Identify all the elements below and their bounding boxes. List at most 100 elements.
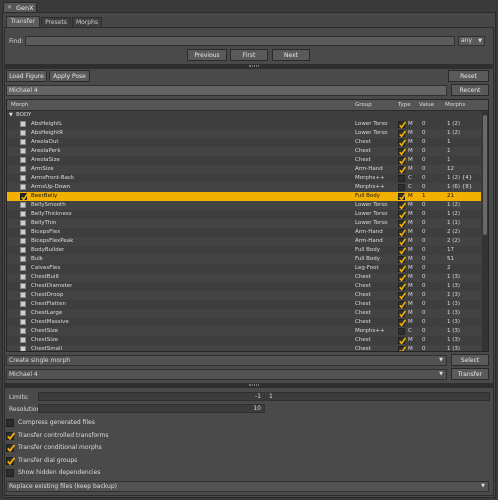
table-row[interactable]: ChestFlatten Chest M 0 1 (3) bbox=[7, 300, 481, 309]
previous-button[interactable]: Previous bbox=[187, 49, 227, 61]
row-checkbox[interactable] bbox=[20, 121, 26, 127]
type-checkbox[interactable] bbox=[398, 319, 406, 327]
type-checkbox[interactable] bbox=[398, 220, 406, 228]
row-checkbox[interactable] bbox=[20, 130, 26, 136]
type-checkbox[interactable] bbox=[398, 139, 406, 147]
row-checkbox[interactable] bbox=[20, 157, 26, 163]
row-checkbox[interactable] bbox=[20, 274, 26, 280]
limits-max-field[interactable]: 1 bbox=[266, 392, 490, 401]
table-row[interactable]: ChestLarge Chest M 0 1 (3) bbox=[7, 309, 481, 318]
type-checkbox[interactable] bbox=[398, 346, 406, 351]
row-checkbox[interactable] bbox=[20, 175, 26, 181]
row-checkbox[interactable] bbox=[20, 211, 26, 217]
type-checkbox[interactable] bbox=[398, 310, 406, 318]
table-row[interactable]: ArmsUp-Down Morphs++ C 0 1 (6) {8} bbox=[7, 183, 481, 192]
header-group[interactable]: Group bbox=[355, 100, 372, 110]
row-checkbox[interactable] bbox=[20, 202, 26, 208]
type-checkbox[interactable] bbox=[398, 229, 406, 237]
splitter-top[interactable] bbox=[5, 64, 493, 69]
option-checkbox[interactable] bbox=[6, 444, 15, 452]
row-checkbox[interactable] bbox=[20, 346, 26, 351]
option-checkbox[interactable] bbox=[6, 469, 14, 477]
table-row[interactable]: Bulk Full Body M 0 51 bbox=[7, 255, 481, 264]
header-morphs[interactable]: Morphs bbox=[445, 100, 465, 110]
type-checkbox[interactable] bbox=[398, 292, 406, 300]
type-checkbox[interactable] bbox=[398, 157, 406, 165]
table-row[interactable]: AreolaPerk Chest M 0 1 bbox=[7, 147, 481, 156]
type-checkbox[interactable] bbox=[398, 337, 406, 345]
row-checkbox[interactable] bbox=[20, 328, 26, 334]
table-row[interactable]: BellyThickness Lower Torso M 0 1 (2) bbox=[7, 210, 481, 219]
type-checkbox[interactable] bbox=[398, 166, 406, 174]
target-figure-select[interactable]: Michael 4 ▼ bbox=[6, 369, 447, 380]
table-row[interactable]: BeerBelly Full Body M 1 21 bbox=[7, 192, 481, 201]
create-mode-select[interactable]: Create single morph ▼ bbox=[6, 355, 447, 366]
table-row[interactable]: AbsHeightR Lower Torso M 0 1 (2) bbox=[7, 129, 481, 138]
reset-button[interactable]: Reset bbox=[448, 70, 489, 82]
close-x-icon[interactable]: ✕ bbox=[7, 4, 12, 11]
table-row[interactable]: ArmsFront-Back Morphs++ C 0 1 (2) {4} bbox=[7, 174, 481, 183]
table-row[interactable]: ChestSmall Chest M 0 1 (3) bbox=[7, 345, 481, 351]
resolution-field[interactable]: 10 bbox=[38, 404, 265, 413]
recent-button[interactable]: Recent bbox=[451, 84, 489, 96]
type-checkbox[interactable] bbox=[398, 247, 406, 255]
next-button[interactable]: Next bbox=[272, 49, 310, 61]
table-row[interactable]: ChestSize Chest M 0 1 (3) bbox=[7, 336, 481, 345]
table-row[interactable]: AreolaSize Chest M 0 1 bbox=[7, 156, 481, 165]
limits-min-field[interactable]: -1 bbox=[38, 392, 265, 401]
row-checkbox[interactable] bbox=[20, 301, 26, 307]
type-checkbox[interactable] bbox=[398, 238, 406, 246]
row-checkbox[interactable] bbox=[20, 148, 26, 154]
row-checkbox[interactable] bbox=[20, 256, 26, 262]
group-row-body[interactable]: ▼ BODY bbox=[7, 111, 488, 119]
table-row[interactable]: AbsHeightL Lower Torso M 0 1 (2) bbox=[7, 120, 481, 129]
option-checkbox[interactable] bbox=[6, 431, 15, 440]
table-row[interactable]: ChestMassive Chest M 0 1 (3) bbox=[7, 318, 481, 327]
row-checkbox[interactable] bbox=[20, 229, 26, 235]
table-row[interactable]: BicepsFlex Arm-Hand M 0 2 (2) bbox=[7, 228, 481, 237]
header-morph[interactable]: Morph bbox=[11, 100, 28, 110]
row-checkbox[interactable] bbox=[20, 247, 26, 253]
option-checkbox[interactable] bbox=[6, 419, 14, 427]
replace-mode-select[interactable]: Replace existing files (keep backup) ▼ bbox=[6, 481, 489, 492]
type-checkbox[interactable] bbox=[398, 211, 406, 219]
table-row[interactable]: ArmSize Arm-Hand M 0 12 bbox=[7, 165, 481, 174]
type-checkbox[interactable] bbox=[398, 121, 406, 129]
first-button[interactable]: First bbox=[230, 49, 268, 61]
row-checkbox[interactable] bbox=[20, 193, 28, 201]
apply-pose-button[interactable]: Apply Pose bbox=[49, 70, 90, 82]
row-checkbox[interactable] bbox=[20, 310, 26, 316]
row-checkbox[interactable] bbox=[20, 337, 26, 343]
option-checkbox[interactable] bbox=[6, 456, 15, 465]
row-checkbox[interactable] bbox=[20, 292, 26, 298]
load-figure-button[interactable]: Load Figure bbox=[6, 70, 47, 82]
find-scope-select[interactable]: any ▼ bbox=[458, 36, 485, 46]
table-row[interactable]: ChestDroop Chest M 0 1 (3) bbox=[7, 291, 481, 300]
type-checkbox[interactable] bbox=[398, 148, 406, 156]
table-row[interactable]: CalvesFlex Leg-Foot M 0 2 bbox=[7, 264, 481, 273]
type-checkbox[interactable] bbox=[398, 184, 405, 191]
type-checkbox[interactable] bbox=[398, 265, 406, 273]
row-checkbox[interactable] bbox=[20, 265, 26, 271]
table-row[interactable]: AreolaOut Chest M 0 1 bbox=[7, 138, 481, 147]
row-checkbox[interactable] bbox=[20, 319, 26, 325]
header-type[interactable]: Type bbox=[398, 100, 411, 110]
type-checkbox[interactable] bbox=[398, 256, 406, 264]
type-checkbox[interactable] bbox=[398, 328, 405, 335]
row-checkbox[interactable] bbox=[20, 238, 26, 244]
table-row[interactable]: BellySmooth Lower Torso M 0 1 (2) bbox=[7, 201, 481, 210]
figure-field[interactable]: Michael 4 bbox=[6, 85, 447, 96]
row-checkbox[interactable] bbox=[20, 220, 26, 226]
type-checkbox[interactable] bbox=[398, 202, 406, 210]
tab-transfer[interactable]: Transfer bbox=[6, 16, 40, 27]
table-row[interactable]: ChestBuilt Chest M 0 1 (3) bbox=[7, 273, 481, 282]
transfer-button[interactable]: Transfer bbox=[451, 368, 489, 380]
row-checkbox[interactable] bbox=[20, 184, 26, 190]
row-checkbox[interactable] bbox=[20, 139, 26, 145]
splitter-bottom[interactable] bbox=[5, 383, 493, 388]
table-row[interactable]: BellyThin Lower Torso M 0 1 (1) bbox=[7, 219, 481, 228]
type-checkbox[interactable] bbox=[398, 175, 405, 182]
table-scrollbar[interactable] bbox=[482, 111, 488, 351]
type-checkbox[interactable] bbox=[398, 283, 406, 291]
table-row[interactable]: BicepsFlexPeak Arm-Hand M 0 2 (2) bbox=[7, 237, 481, 246]
